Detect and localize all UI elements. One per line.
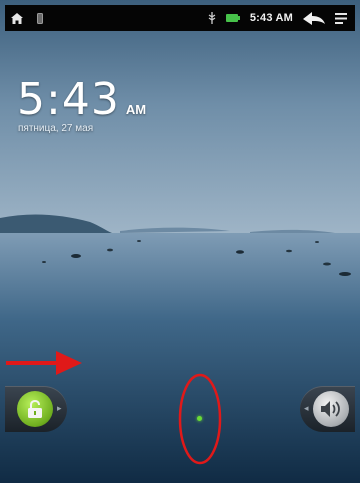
clock-time: 5:43 bbox=[17, 74, 120, 125]
clock-ampm: AM bbox=[125, 102, 147, 117]
lockscreen-clock: 5:43 AM bbox=[17, 74, 146, 125]
home-icon[interactable] bbox=[11, 12, 23, 24]
status-time: 5:43 AM bbox=[249, 12, 293, 24]
sound-on-icon bbox=[321, 401, 340, 417]
unlock-icon bbox=[28, 399, 42, 418]
unlock-slider[interactable]: ▸ bbox=[5, 386, 67, 432]
unlock-handle[interactable] bbox=[17, 391, 53, 427]
sound-toggle-slider[interactable]: ◂ bbox=[300, 386, 355, 432]
menu-icon[interactable] bbox=[335, 12, 347, 24]
status-bar: 5:43 AM bbox=[5, 5, 355, 31]
battery-icon bbox=[225, 13, 240, 23]
back-icon[interactable] bbox=[303, 11, 325, 25]
device-icon bbox=[37, 12, 43, 24]
chevron-right-icon: ▸ bbox=[57, 403, 62, 413]
usb-icon bbox=[208, 12, 216, 24]
lockscreen-date: пятница, 27 мая bbox=[18, 123, 94, 134]
lock-screen: 5:43 AM 5:43 AM пятница, 27 мая ▸ ◂ bbox=[0, 0, 360, 483]
annotation-ellipse bbox=[178, 373, 222, 465]
chevron-left-icon: ◂ bbox=[304, 403, 309, 413]
annotation-arrow bbox=[6, 351, 82, 375]
sound-toggle-handle[interactable] bbox=[313, 391, 349, 427]
